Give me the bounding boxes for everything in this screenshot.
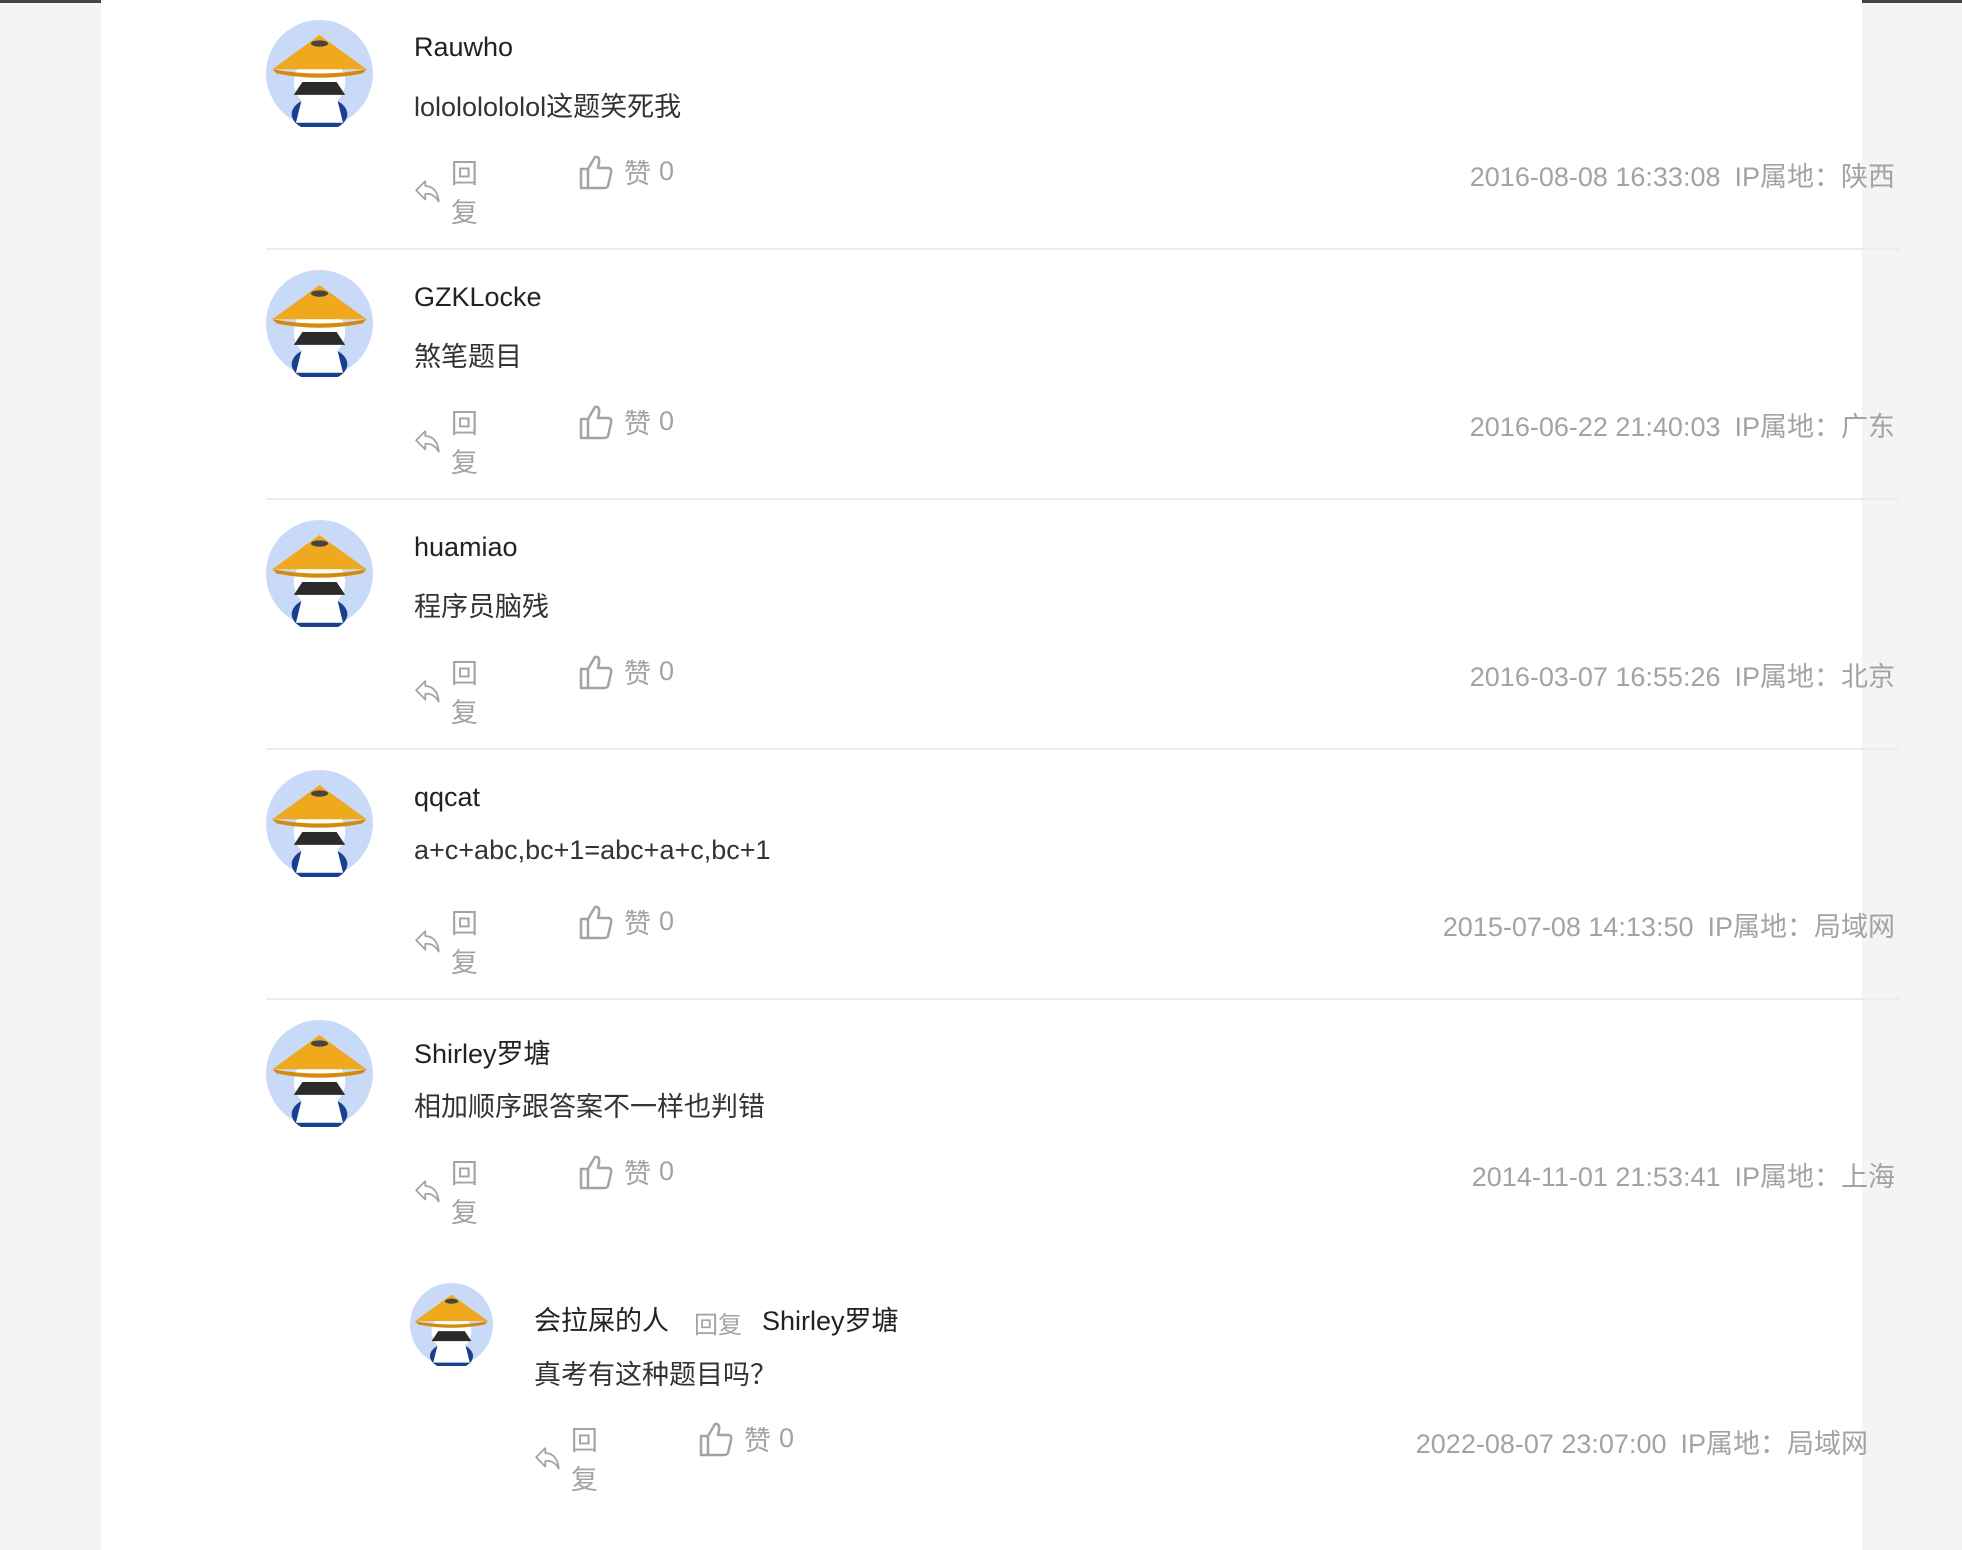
reply-button[interactable]: 回复 — [414, 152, 489, 230]
comment-username[interactable]: qqcat — [414, 782, 480, 813]
like-button[interactable]: 赞 0 — [578, 902, 674, 941]
thumbs-up-icon — [579, 1155, 613, 1189]
comment-username[interactable]: Rauwho — [414, 32, 513, 63]
comment-item: GZKLocke 煞笔题目 回复 赞 0 2016-06-22 21:40:03… — [266, 250, 1900, 500]
reply-button[interactable]: 回复 — [414, 652, 489, 730]
like-button[interactable]: 赞 0 — [578, 152, 674, 191]
comment-text: 程序员脑残 — [414, 592, 549, 622]
comment-username[interactable]: GZKLocke — [414, 282, 542, 313]
thumbs-up-icon — [699, 1422, 733, 1456]
reply-label: 回复 — [450, 159, 478, 228]
like-label: 赞 — [624, 409, 651, 439]
like-label: 赞 — [624, 159, 651, 189]
comment-text: 煞笔题目 — [414, 342, 522, 372]
comment-meta: 2016-06-22 21:40:03 IP属地：广东 — [1470, 405, 1895, 444]
comment-meta: 2016-03-07 16:55:26 IP属地：北京 — [1470, 655, 1895, 694]
comment-ip: IP属地：广东 — [1734, 412, 1895, 442]
comment-username[interactable]: Shirley罗塘 — [414, 1032, 551, 1071]
like-count: 0 — [659, 906, 675, 936]
reply-label: 回复 — [450, 1159, 478, 1228]
comment-meta: 2015-07-08 14:13:50 IP属地：局域网 — [1443, 905, 1895, 944]
reply-time: 2022-08-07 23:07:00 — [1415, 1429, 1667, 1459]
reply-button[interactable]: 回复 — [414, 1152, 489, 1230]
comment-text: 相加顺序跟答案不一样也判错 — [414, 1092, 765, 1122]
reply-button[interactable]: 回复 — [534, 1419, 609, 1497]
reply-icon — [535, 1447, 560, 1470]
comments-card: Rauwho lolololololol这题笑死我 回复 赞 0 2016-08… — [101, 0, 1900, 1550]
reply-to-word: 回复 — [694, 1312, 742, 1339]
like-label: 赞 — [624, 1159, 651, 1189]
comment-item: Rauwho lolololololol这题笑死我 回复 赞 0 2016-08… — [266, 0, 1900, 250]
reply-icon — [415, 930, 440, 953]
like-count: 0 — [659, 1156, 675, 1186]
comment-time: 2016-03-07 16:55:26 — [1469, 662, 1721, 692]
reply-icon — [415, 680, 440, 703]
comment-meta: 2014-11-01 21:53:41 IP属地：上海 — [1472, 1155, 1895, 1194]
reply-icon — [415, 1180, 440, 1203]
comment-text: a+c+abc,bc+1=abc+a+c,bc+1 — [414, 835, 771, 865]
comment-time: 2016-06-22 21:40:03 — [1469, 412, 1721, 442]
avatar-icon[interactable] — [266, 770, 373, 882]
like-count: 0 — [659, 406, 675, 436]
thumbs-up-icon — [579, 405, 613, 439]
reply-icon — [415, 180, 440, 203]
comment-item: huamiao 程序员脑残 回复 赞 0 2016-03-07 16:55:26… — [266, 500, 1900, 750]
reply-meta: 2022-08-07 23:07:00 IP属地：局域网 — [1416, 1422, 1868, 1461]
comment-time: 2016-08-08 16:33:08 — [1469, 162, 1721, 192]
comment-ip: IP属地：陕西 — [1734, 162, 1895, 192]
comment-username[interactable]: huamiao — [414, 532, 518, 563]
comment-item: Shirley罗塘 相加顺序跟答案不一样也判错 回复 赞 0 2014-11-0… — [266, 1000, 1900, 1250]
comment-ip: IP属地：上海 — [1734, 1162, 1895, 1192]
reply-label: 回复 — [570, 1426, 598, 1495]
comment-time: 2014-11-01 21:53:41 — [1471, 1162, 1721, 1192]
reply-label: 回复 — [450, 659, 478, 728]
like-label: 赞 — [624, 659, 651, 689]
avatar-icon[interactable] — [266, 520, 373, 632]
like-button[interactable]: 赞 0 — [698, 1419, 794, 1458]
thumbs-up-icon — [579, 905, 613, 939]
comment-ip: IP属地：局域网 — [1707, 912, 1895, 942]
like-button[interactable]: 赞 0 — [578, 402, 674, 441]
comment-meta: 2016-08-08 16:33:08 IP属地：陕西 — [1470, 155, 1895, 194]
thumbs-up-icon — [579, 155, 613, 189]
reply-label: 回复 — [450, 409, 478, 478]
reply-username[interactable]: 会拉屎的人 — [534, 1299, 669, 1338]
comment-time: 2015-07-08 14:13:50 — [1442, 912, 1694, 942]
like-label: 赞 — [624, 909, 651, 939]
avatar-icon[interactable] — [266, 1020, 373, 1132]
reply-button[interactable]: 回复 — [414, 902, 489, 980]
like-count: 0 — [659, 156, 675, 186]
comment-ip: IP属地：北京 — [1734, 662, 1895, 692]
reply-label: 回复 — [450, 909, 478, 978]
reply-target-username[interactable]: Shirley罗塘 — [762, 1299, 899, 1338]
like-count: 0 — [779, 1423, 795, 1453]
reply-icon — [415, 430, 440, 453]
reply-text: 真考有这种题目吗？ — [534, 1360, 777, 1390]
thumbs-up-icon — [579, 655, 613, 689]
avatar-icon[interactable] — [266, 270, 373, 382]
nested-reply: 会拉屎的人 回复 Shirley罗塘 真考有这种题目吗？ 回复 赞 0 2022… — [410, 1283, 1900, 1495]
avatar-icon[interactable] — [266, 20, 373, 132]
reply-button[interactable]: 回复 — [414, 402, 489, 480]
like-count: 0 — [659, 656, 675, 686]
avatar-icon[interactable] — [410, 1283, 493, 1370]
comment-text: lolololololol这题笑死我 — [414, 92, 682, 122]
like-button[interactable]: 赞 0 — [578, 1152, 674, 1191]
like-label: 赞 — [744, 1426, 771, 1456]
like-button[interactable]: 赞 0 — [578, 652, 674, 691]
reply-ip: IP属地：局域网 — [1680, 1429, 1868, 1459]
comment-item: qqcat a+c+abc,bc+1=abc+a+c,bc+1 回复 赞 0 2… — [266, 750, 1900, 1000]
